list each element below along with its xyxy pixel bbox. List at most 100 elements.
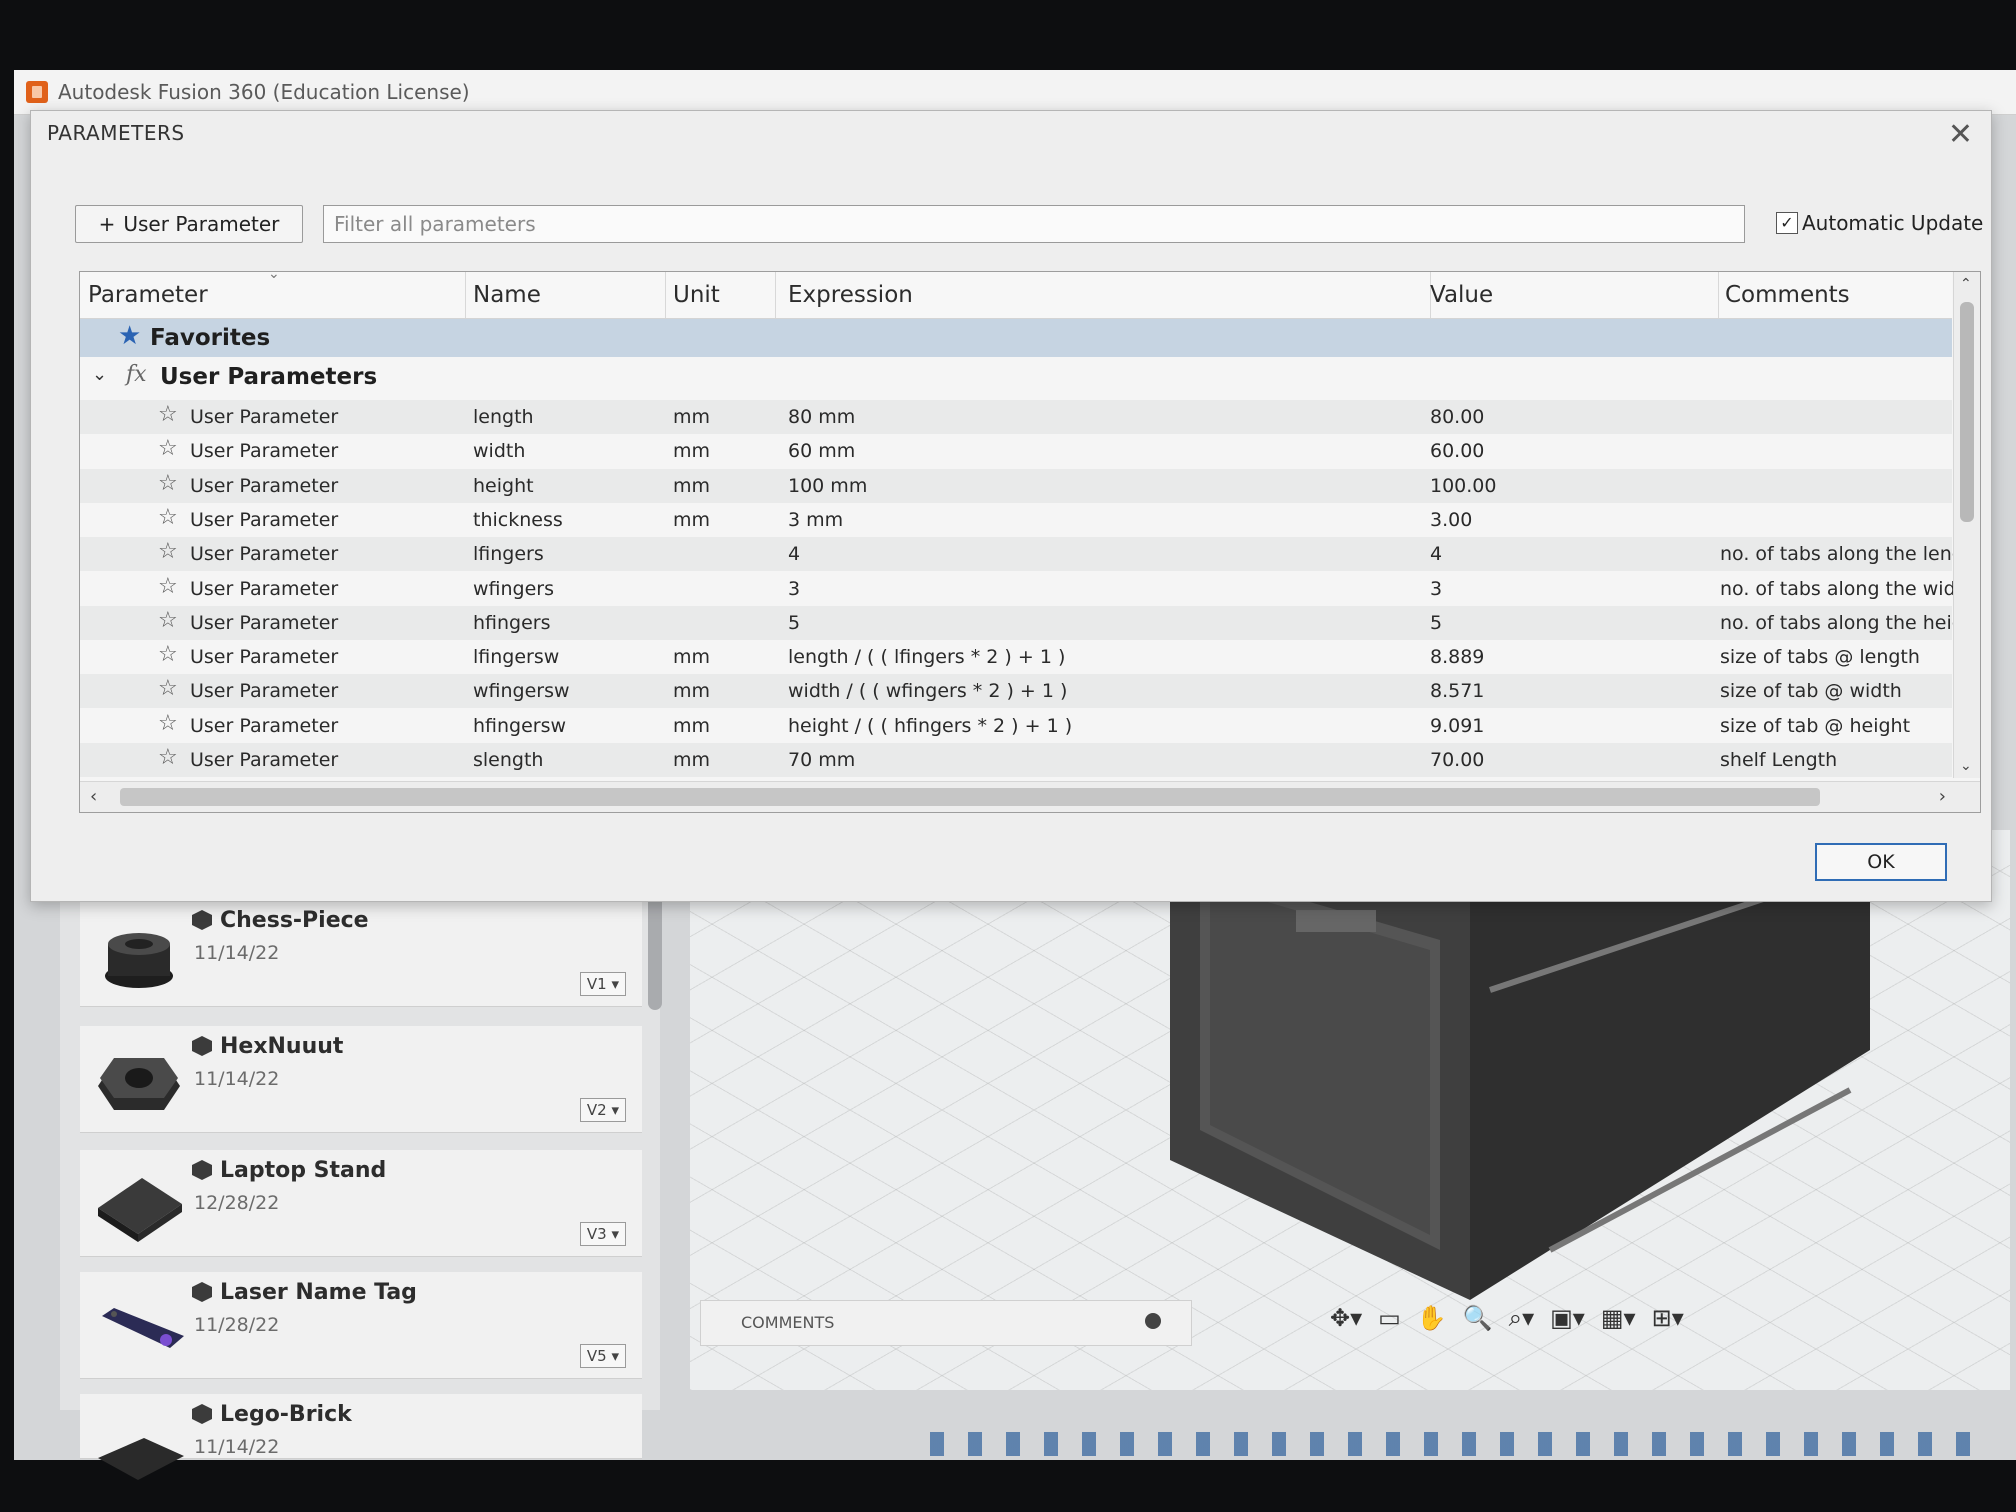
design-card-chess-piece[interactable]: Chess-Piece 11/14/22 V1 ▾ bbox=[80, 900, 642, 1007]
horizontal-scroll-thumb[interactable] bbox=[120, 788, 1820, 806]
parameter-comment-cell[interactable]: size of tabs @ length bbox=[1720, 646, 1920, 668]
column-header-name[interactable]: Name bbox=[473, 282, 541, 308]
parameter-name-cell[interactable]: hfingersw bbox=[473, 715, 566, 737]
parameter-name-cell[interactable]: wfingers bbox=[473, 578, 554, 600]
star-outline-icon[interactable]: ☆ bbox=[158, 676, 178, 701]
table-row[interactable]: ☆ User Parameter hfingersw mm height / ( ( h… bbox=[80, 709, 1952, 743]
scroll-up-icon[interactable]: ⌃ bbox=[1960, 276, 1972, 292]
grid-settings-icon[interactable]: ▦▾ bbox=[1601, 1304, 1636, 1332]
parameter-expression-input[interactable]: 3 bbox=[788, 578, 800, 600]
parameter-name-cell[interactable]: lfingersw bbox=[473, 646, 559, 668]
table-row[interactable]: ☆ User Parameter slength mm 70 mm 70.00 shelf … bbox=[80, 743, 1952, 777]
scroll-down-icon[interactable]: ⌄ bbox=[1960, 758, 1972, 774]
design-card-laser-name-tag[interactable]: Laser Name Tag 11/28/22 V5 ▾ bbox=[80, 1272, 642, 1379]
parameter-comment-cell[interactable]: shelf Length bbox=[1720, 749, 1837, 771]
table-row[interactable]: ☆ User Parameter lfingers 4 4 no. of tabs alo… bbox=[80, 537, 1964, 572]
vertical-scroll-thumb[interactable] bbox=[1960, 302, 1974, 522]
lego-brick-thumbnail bbox=[98, 1438, 184, 1480]
user-parameters-group-row[interactable]: ⌄ fx User Parameters bbox=[80, 358, 1952, 398]
version-dropdown[interactable]: V1 ▾ bbox=[579, 972, 626, 996]
star-outline-icon[interactable]: ☆ bbox=[158, 608, 178, 633]
table-row[interactable]: ☆ User Parameter wfingersw mm width / ( ( wf… bbox=[80, 674, 1952, 709]
close-icon[interactable]: ✕ bbox=[1948, 117, 1973, 152]
parameter-comment-cell[interactable]: size of tab @ width bbox=[1720, 680, 1902, 702]
parameter-expression-input[interactable]: length / ( ( lfingers * 2 ) + 1 ) bbox=[788, 646, 1065, 668]
comments-panel[interactable]: COMMENTS bbox=[700, 1300, 1192, 1346]
add-comment-icon[interactable] bbox=[1145, 1313, 1161, 1329]
table-row[interactable]: ☆ User Parameter wfingers 3 3 no. of tabs alo… bbox=[80, 572, 1963, 606]
pan-icon[interactable]: ✋ bbox=[1417, 1304, 1447, 1332]
automatic-update-label: Automatic Update bbox=[1802, 211, 1984, 235]
filter-input[interactable] bbox=[323, 205, 1745, 243]
table-row[interactable]: ☆ User Parameter lfingersw mm length / ( ( l… bbox=[80, 640, 1952, 674]
design-icon bbox=[192, 1282, 212, 1302]
design-card-hexnuuut[interactable]: HexNuuut 11/14/22 V2 ▾ bbox=[80, 1026, 642, 1133]
table-row[interactable]: ☆ User Parameter width mm 60 mm 60.00 bbox=[80, 434, 1952, 468]
column-header-value[interactable]: Value bbox=[1430, 282, 1493, 308]
star-outline-icon[interactable]: ☆ bbox=[158, 574, 178, 599]
parameter-name-cell[interactable]: height bbox=[473, 475, 534, 497]
design-timeline[interactable] bbox=[930, 1432, 1980, 1456]
parameter-expression-input[interactable]: height / ( ( hfingers * 2 ) + 1 ) bbox=[788, 715, 1072, 737]
column-header-unit[interactable]: Unit bbox=[673, 282, 720, 308]
horizontal-scrollbar[interactable]: ‹ › bbox=[80, 781, 1980, 812]
ok-button[interactable]: OK bbox=[1815, 843, 1947, 881]
parameter-name-cell[interactable]: slength bbox=[473, 749, 543, 771]
parameter-expression-input[interactable]: 70 mm bbox=[788, 749, 855, 771]
column-header-expression[interactable]: Expression bbox=[788, 282, 913, 308]
parameter-expression-input[interactable]: 4 bbox=[788, 543, 800, 565]
parameter-expression-input[interactable]: 80 mm bbox=[788, 406, 855, 428]
parameter-name-cell[interactable]: width bbox=[473, 440, 525, 462]
table-row[interactable]: ☆ User Parameter height mm 100 mm 100.00 bbox=[80, 468, 1952, 503]
add-user-parameter-button[interactable]: + User Parameter bbox=[75, 205, 303, 243]
parameter-expression-input[interactable]: 60 mm bbox=[788, 440, 855, 462]
zoom-icon[interactable]: 🔍 bbox=[1463, 1304, 1493, 1332]
favorites-group-row[interactable]: ★ Favorites bbox=[80, 319, 1952, 357]
star-outline-icon[interactable]: ☆ bbox=[158, 436, 178, 461]
orbit-icon[interactable]: ✥▾ bbox=[1330, 1304, 1362, 1332]
star-outline-icon[interactable]: ☆ bbox=[158, 505, 178, 530]
parameter-comment-cell[interactable]: no. of tabs along the leng bbox=[1720, 543, 1964, 565]
column-header-parameter[interactable]: Parameter bbox=[88, 282, 208, 308]
automatic-update-toggle[interactable]: ✓ Automatic Update bbox=[1776, 211, 1983, 235]
table-row[interactable]: ☆ User Parameter length mm 80 mm 80.00 bbox=[80, 400, 1952, 434]
look-at-icon[interactable]: ▭ bbox=[1378, 1304, 1401, 1332]
chevron-down-icon[interactable]: ⌄ bbox=[92, 364, 107, 385]
viewports-icon[interactable]: ⊞▾ bbox=[1652, 1304, 1684, 1332]
version-dropdown[interactable]: V3 ▾ bbox=[579, 1222, 626, 1246]
star-outline-icon[interactable]: ☆ bbox=[158, 471, 178, 496]
scroll-left-icon[interactable]: ‹ bbox=[90, 786, 97, 807]
parameter-name-cell[interactable]: length bbox=[473, 406, 534, 428]
design-card-laptop-stand[interactable]: Laptop Stand 12/28/22 V3 ▾ bbox=[80, 1150, 642, 1257]
parameter-name-cell[interactable]: hfingers bbox=[473, 612, 551, 634]
star-outline-icon[interactable]: ☆ bbox=[158, 711, 178, 736]
parameter-type-cell: User Parameter bbox=[190, 440, 339, 463]
parameter-type-cell: User Parameter bbox=[190, 680, 339, 703]
table-row[interactable]: ☆ User Parameter thickness mm 3 mm 3.00 bbox=[80, 503, 1952, 537]
checkbox-checked-icon[interactable]: ✓ bbox=[1776, 212, 1798, 234]
star-outline-icon[interactable]: ☆ bbox=[158, 745, 178, 770]
display-settings-icon[interactable]: ▣▾ bbox=[1550, 1304, 1585, 1332]
star-outline-icon[interactable]: ☆ bbox=[158, 539, 178, 564]
design-card-lego-brick[interactable]: Lego-Brick 11/14/22 bbox=[80, 1394, 642, 1480]
parameter-comment-cell[interactable]: size of tab @ height bbox=[1720, 715, 1910, 737]
parameter-name-cell[interactable]: wfingersw bbox=[473, 680, 570, 702]
scroll-right-icon[interactable]: › bbox=[1939, 786, 1946, 807]
parameter-expression-input[interactable]: width / ( ( wfingers * 2 ) + 1 ) bbox=[788, 680, 1067, 702]
version-dropdown[interactable]: V5 ▾ bbox=[579, 1344, 626, 1368]
parameter-type-cell: User Parameter bbox=[190, 406, 339, 428]
star-outline-icon[interactable]: ☆ bbox=[158, 642, 178, 667]
parameter-name-cell[interactable]: thickness bbox=[473, 509, 563, 531]
table-row[interactable]: ☆ User Parameter hfingers 5 5 no. of tabs alo… bbox=[80, 605, 1964, 640]
parameter-expression-input[interactable]: 3 mm bbox=[788, 509, 843, 531]
parameter-expression-input[interactable]: 5 bbox=[788, 612, 800, 634]
version-dropdown[interactable]: V2 ▾ bbox=[579, 1098, 626, 1122]
parameter-comment-cell[interactable]: no. of tabs along the heig bbox=[1720, 612, 1964, 634]
vertical-scrollbar[interactable]: ⌃ ⌄ bbox=[1953, 272, 1980, 778]
column-header-comments[interactable]: Comments bbox=[1725, 282, 1850, 308]
parameter-name-cell[interactable]: lfingers bbox=[473, 543, 544, 565]
parameter-expression-input[interactable]: 100 mm bbox=[788, 475, 867, 497]
star-outline-icon[interactable]: ☆ bbox=[158, 402, 178, 427]
parameter-comment-cell[interactable]: no. of tabs along the widt bbox=[1720, 578, 1963, 600]
fit-icon[interactable]: ⌕▾ bbox=[1509, 1304, 1535, 1332]
